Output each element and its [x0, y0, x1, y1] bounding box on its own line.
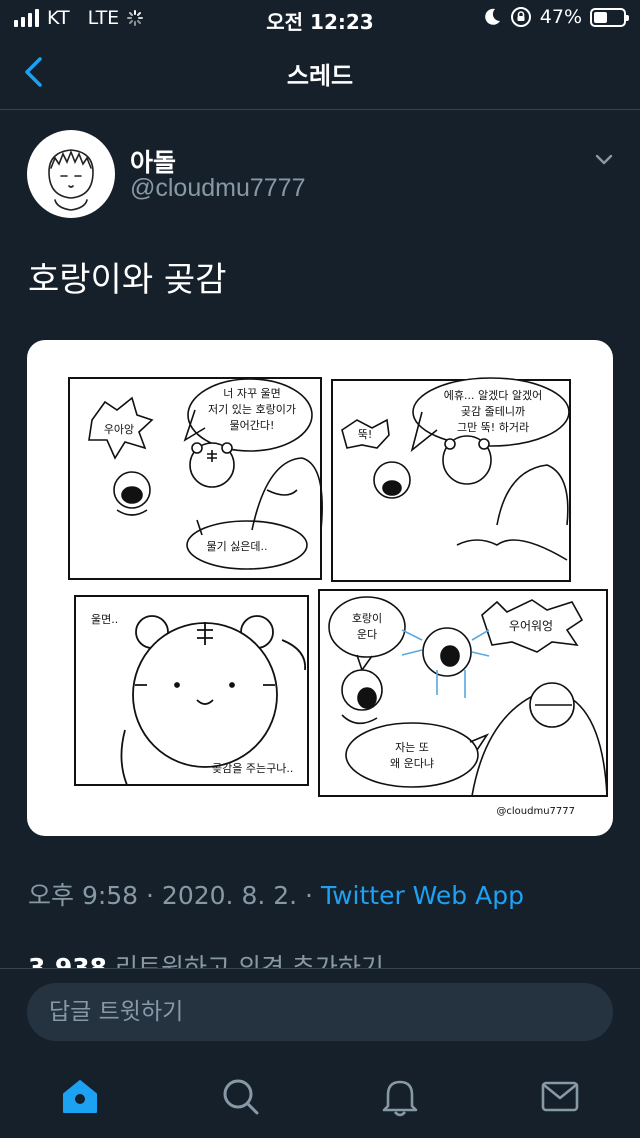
panel4-bubble1-line1: 호랑이: [352, 612, 382, 625]
comic-watermark: @cloudmu7777: [496, 806, 575, 817]
avatar[interactable]: [27, 130, 115, 218]
status-bar: KT LTE 오전 12:23 47%: [0, 0, 640, 36]
panel2-art: [341, 377, 570, 561]
panel3-text2: 곶감을 주는구나..: [212, 762, 293, 775]
stats-label: 리트윗하고 의견 추가하기: [107, 953, 384, 968]
tweet-meta: 오후 9:58 · 2020. 8. 2. · Twitter Web App: [28, 876, 524, 912]
search-icon: [223, 1079, 259, 1115]
tab-messages[interactable]: [538, 1074, 582, 1118]
battery-level: [594, 11, 608, 23]
status-right: 47%: [482, 6, 629, 28]
tab-search[interactable]: [218, 1074, 262, 1118]
panel1-bubble1-line3: 물어간다!: [230, 419, 275, 432]
avatar-drawing: [48, 149, 94, 211]
chevron-left-icon: [25, 57, 42, 87]
page-title: 스레드: [286, 62, 354, 90]
panel1-bubble1-line2: 저기 있는 호랑이가: [208, 403, 296, 416]
tab-home[interactable]: [58, 1074, 102, 1118]
battery-icon: [590, 7, 629, 27]
tweet-stats[interactable]: 3,938 리트윗하고 의견 추가하기: [28, 948, 384, 968]
panel1-bubble2: 우아앙: [104, 423, 134, 436]
reply-input[interactable]: [27, 983, 613, 1041]
battery-percent: 47%: [539, 6, 582, 28]
panel1-bubble1-line1: 너 자꾸 울면: [223, 387, 281, 400]
panel4-bubble3-line1: 자는 또: [395, 741, 429, 754]
stats-count: 3,938: [28, 953, 108, 968]
tweet-image[interactable]: 너 자꾸 울면 저기 있는 호랑이가 물어간다! 우아앙 물기 싫은데.. 에휴…: [27, 340, 613, 836]
moon-icon: [484, 8, 500, 25]
back-button[interactable]: [14, 52, 54, 92]
panel1-bubble3: 물기 싫은데..: [206, 540, 267, 553]
rotation-lock-icon: [510, 7, 531, 27]
tweet-timestamp: 오후 9:58 · 2020. 8. 2. ·: [28, 881, 321, 910]
panel4-bubble1-line2: 운다: [357, 628, 377, 641]
panel2-bubble1-line3: 그만 뚝! 하거라: [457, 420, 529, 434]
tweet-source-link[interactable]: Twitter Web App: [321, 881, 524, 910]
tab-bar: [0, 1058, 640, 1138]
bell-icon: [382, 1080, 418, 1117]
tweet-text: 호랑이와 곶감: [28, 260, 227, 300]
panel4-art: [328, 596, 608, 797]
panel3-text1: 울면..: [91, 613, 118, 626]
home-icon: [63, 1080, 97, 1113]
panel2-bubble1-line1: 에휴... 알겠다 알겠어: [444, 388, 542, 402]
chevron-down-icon: [595, 154, 613, 165]
reply-bar: [0, 968, 640, 1058]
panel3-art: [120, 615, 306, 786]
panel4-bubble2: 우어워엉: [509, 619, 553, 633]
tab-notifications[interactable]: [378, 1074, 422, 1118]
comic-strip: 너 자꾸 울면 저기 있는 호랑이가 물어간다! 우아앙 물기 싫은데.. 에휴…: [68, 377, 608, 817]
navigation-bar: 스레드: [0, 36, 640, 110]
more-options-button[interactable]: [590, 146, 618, 174]
mail-icon: [541, 1081, 579, 1112]
user-handle[interactable]: @cloudmu7777: [130, 174, 306, 203]
panel2-bubble1-line2: 곶감 줄테니까: [461, 405, 525, 418]
panel4-bubble3-line2: 왜 운다냐: [390, 757, 434, 770]
panel2-bubble2: 뚝!: [358, 428, 373, 441]
